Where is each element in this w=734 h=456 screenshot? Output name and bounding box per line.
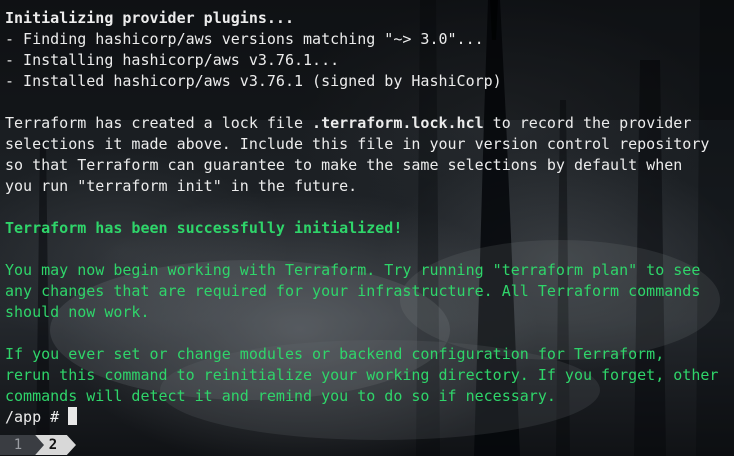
lock-file-text-before: Terraform has created a lock file <box>5 114 313 132</box>
text-cursor <box>68 407 78 425</box>
success-message: Terraform has been successfully initiali… <box>5 219 403 237</box>
tmux-status-bar: 2 1 <box>0 434 734 456</box>
output-line: rerun this command to reinitialize your … <box>5 366 719 384</box>
lock-file-name: .terraform.lock.hcl <box>312 114 484 132</box>
command-prompt-line[interactable]: /app # <box>5 407 730 428</box>
output-line: Initializing provider plugins... <box>5 9 294 27</box>
output-line: you run "terraform init" in the future. <box>5 177 358 195</box>
output-line: If you ever set or change modules or bac… <box>5 345 665 363</box>
terminal-window[interactable]: Initializing provider plugins... - Findi… <box>0 0 734 456</box>
tab-1[interactable]: 1 <box>0 435 44 455</box>
output-line: commands will detect it and remind you t… <box>5 387 556 405</box>
output-line: Terraform has created a lock file .terra… <box>5 113 730 134</box>
lock-file-text-after: to record the provider <box>483 114 692 132</box>
output-line: any changes that are required for your i… <box>5 282 701 300</box>
output-line: should now work. <box>5 303 150 321</box>
terminal-output: Initializing provider plugins... - Findi… <box>5 8 730 428</box>
output-line: - Finding hashicorp/aws versions matchin… <box>5 30 484 48</box>
output-line: - Installed hashicorp/aws v3.76.1 (signe… <box>5 72 502 90</box>
output-line: You may now begin working with Terraform… <box>5 261 701 279</box>
output-line: selections it made above. Include this f… <box>5 135 710 153</box>
output-line: - Installing hashicorp/aws v3.76.1... <box>5 51 340 69</box>
shell-prompt: /app # <box>5 408 69 426</box>
output-line: so that Terraform can guarantee to make … <box>5 156 683 174</box>
